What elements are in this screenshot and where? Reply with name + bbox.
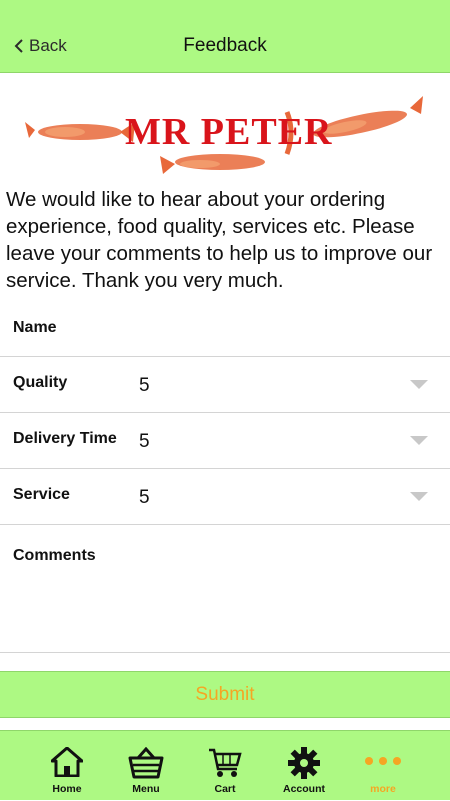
tab-cart[interactable]: Cart <box>185 731 265 801</box>
cart-icon <box>209 748 242 777</box>
back-button[interactable]: Back <box>14 36 67 56</box>
tab-menu-label: Menu <box>132 783 160 795</box>
logo-text: MR PETER <box>125 111 333 153</box>
chevron-left-icon <box>14 39 23 53</box>
service-row[interactable]: Service 5 <box>0 469 450 525</box>
comments-label: Comments <box>13 547 96 564</box>
quality-label: Quality <box>13 374 68 391</box>
name-row[interactable]: Name <box>0 301 450 357</box>
intro-text: We would like to hear about your orderin… <box>6 188 433 292</box>
tab-more[interactable]: more <box>343 731 423 801</box>
tab-more-label: more <box>370 783 396 795</box>
tab-account[interactable]: Account <box>264 731 344 801</box>
dropdown-arrow-icon[interactable] <box>410 492 428 501</box>
submit-button[interactable]: Submit <box>0 671 450 718</box>
name-label: Name <box>13 319 57 336</box>
delivery-time-label: Delivery Time <box>13 430 117 447</box>
basket-icon <box>128 747 164 779</box>
delivery-time-row[interactable]: Delivery Time 5 <box>0 413 450 469</box>
gear-icon <box>288 747 320 779</box>
service-value: 5 <box>139 487 150 508</box>
quality-row[interactable]: Quality 5 <box>0 357 450 413</box>
back-label: Back <box>29 36 67 55</box>
delivery-time-value: 5 <box>139 431 150 452</box>
navigation-bar: Back Feedback <box>0 0 450 73</box>
home-icon <box>51 747 83 777</box>
tab-menu[interactable]: Menu <box>106 731 186 801</box>
tab-home[interactable]: Home <box>27 731 107 801</box>
service-label: Service <box>13 486 70 503</box>
tab-bar: Home Menu Cart Account more <box>0 730 450 800</box>
comments-field[interactable]: Comments <box>0 525 450 653</box>
page-title: Feedback <box>183 35 267 56</box>
dropdown-arrow-icon[interactable] <box>410 436 428 445</box>
tab-account-label: Account <box>283 783 325 795</box>
tab-home-label: Home <box>52 783 82 795</box>
more-icon <box>365 757 401 765</box>
tab-cart-label: Cart <box>214 783 236 795</box>
dropdown-arrow-icon[interactable] <box>410 380 428 389</box>
restaurant-logo: MR PETER <box>25 92 425 184</box>
quality-value: 5 <box>139 375 150 396</box>
